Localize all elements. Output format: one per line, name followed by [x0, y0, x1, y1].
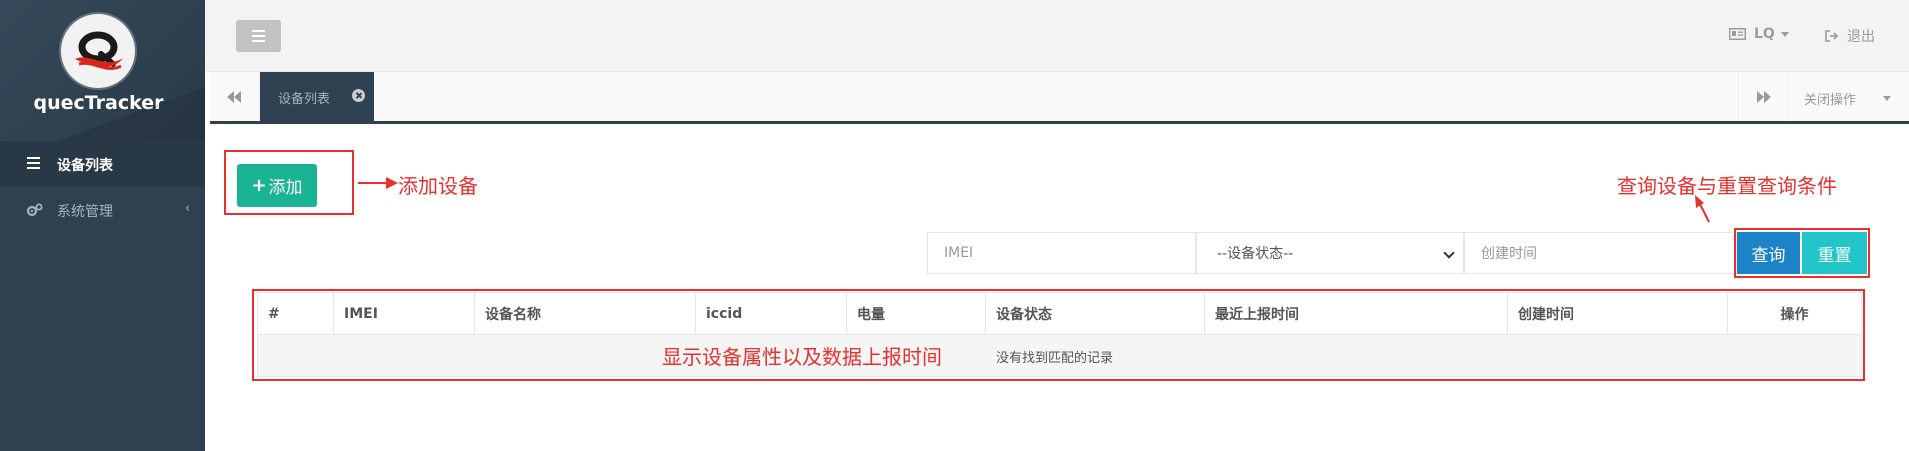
empty-message: 没有找到匹配的记录 — [996, 351, 1114, 366]
list-icon — [27, 157, 40, 169]
annotation-text-query-reset: 查询设备与重置查询条件 — [1617, 174, 1837, 198]
logo — [61, 14, 135, 88]
id-card-icon — [1729, 28, 1746, 40]
backward-icon — [227, 91, 241, 103]
username: LQ — [1754, 26, 1775, 42]
brand-name: quecTracker — [33, 92, 164, 114]
sidebar-item-label: 设备列表 — [57, 158, 113, 174]
column-header-device-status[interactable]: 设备状态 — [986, 293, 1205, 335]
annotation-text-add: 添加设备 — [398, 174, 478, 198]
table-header: # IMEI 设备名称 iccid 电量 设备状态 最近上报时间 创建时间 操作 — [258, 293, 1861, 335]
imei-input[interactable]: IMEI — [927, 232, 1196, 274]
plus-icon: + — [251, 175, 267, 196]
imei-placeholder: IMEI — [944, 245, 974, 261]
close-operations-label: 关闭操作 — [1804, 93, 1857, 108]
column-header-index[interactable]: # — [258, 293, 334, 335]
add-button-label: 添加 — [268, 178, 303, 198]
caret-down-icon — [1780, 31, 1789, 37]
sidebar-item-device-list[interactable]: 设备列表 — [0, 141, 205, 187]
tab-device-list[interactable]: 设备列表 — [260, 72, 374, 121]
user-menu[interactable]: LQ — [1729, 26, 1789, 42]
menu-toggle-button[interactable] — [236, 20, 281, 52]
sidebar-item-system-management[interactable]: 系统管理 ‹ — [0, 187, 205, 233]
chevron-down-icon — [1443, 247, 1455, 259]
logo-area: quecTracker — [0, 0, 205, 141]
sidebar: quecTracker 设备列表 系统管理 ‹ — [0, 0, 205, 451]
sidebar-item-label: 系统管理 — [57, 204, 113, 220]
close-operations-dropdown[interactable]: 关闭操作 — [1788, 72, 1909, 121]
device-status-value: --设备状态-- — [1217, 246, 1294, 262]
annotation-arrow-add — [358, 177, 398, 189]
created-time-placeholder: 创建时间 — [1481, 246, 1537, 262]
column-header-iccid[interactable]: iccid — [696, 293, 847, 335]
annotation-arrow-query — [1695, 195, 1710, 223]
logout-button[interactable]: 退出 — [1825, 26, 1875, 46]
column-header-created-time[interactable]: 创建时间 — [1508, 293, 1728, 335]
close-icon[interactable] — [352, 89, 365, 102]
tab-bar: 设备列表 关闭操作 — [210, 72, 1909, 124]
created-time-input[interactable]: 创建时间 — [1464, 232, 1737, 274]
device-table: # IMEI 设备名称 iccid 电量 设备状态 最近上报时间 创建时间 操作… — [257, 292, 1862, 377]
device-status-select[interactable]: --设备状态-- — [1196, 232, 1464, 274]
caret-down-icon — [1883, 96, 1891, 101]
column-header-last-report-time[interactable]: 最近上报时间 — [1205, 293, 1508, 335]
gears-icon — [27, 203, 43, 217]
tab-scroll-left-button[interactable] — [210, 72, 260, 121]
sign-out-icon — [1825, 30, 1839, 42]
forward-icon — [1757, 91, 1771, 103]
chevron-left-icon: ‹ — [185, 201, 191, 216]
table-row: 没有找到匹配的记录 — [258, 335, 1861, 376]
annotation-text-table: 显示设备属性以及数据上报时间 — [662, 345, 942, 369]
column-header-imei[interactable]: IMEI — [334, 293, 475, 335]
reset-button[interactable]: 重置 — [1802, 232, 1867, 274]
tab-label: 设备列表 — [278, 92, 331, 107]
logout-label: 退出 — [1847, 29, 1875, 45]
column-header-device-name[interactable]: 设备名称 — [475, 293, 696, 335]
column-header-battery[interactable]: 电量 — [847, 293, 986, 335]
column-header-actions: 操作 — [1780, 307, 1809, 323]
query-button[interactable]: 查询 — [1737, 232, 1800, 274]
add-device-button[interactable]: + 添加 — [237, 164, 317, 207]
top-header: LQ 退出 — [205, 0, 1909, 72]
tab-scroll-right-button[interactable] — [1738, 72, 1788, 121]
